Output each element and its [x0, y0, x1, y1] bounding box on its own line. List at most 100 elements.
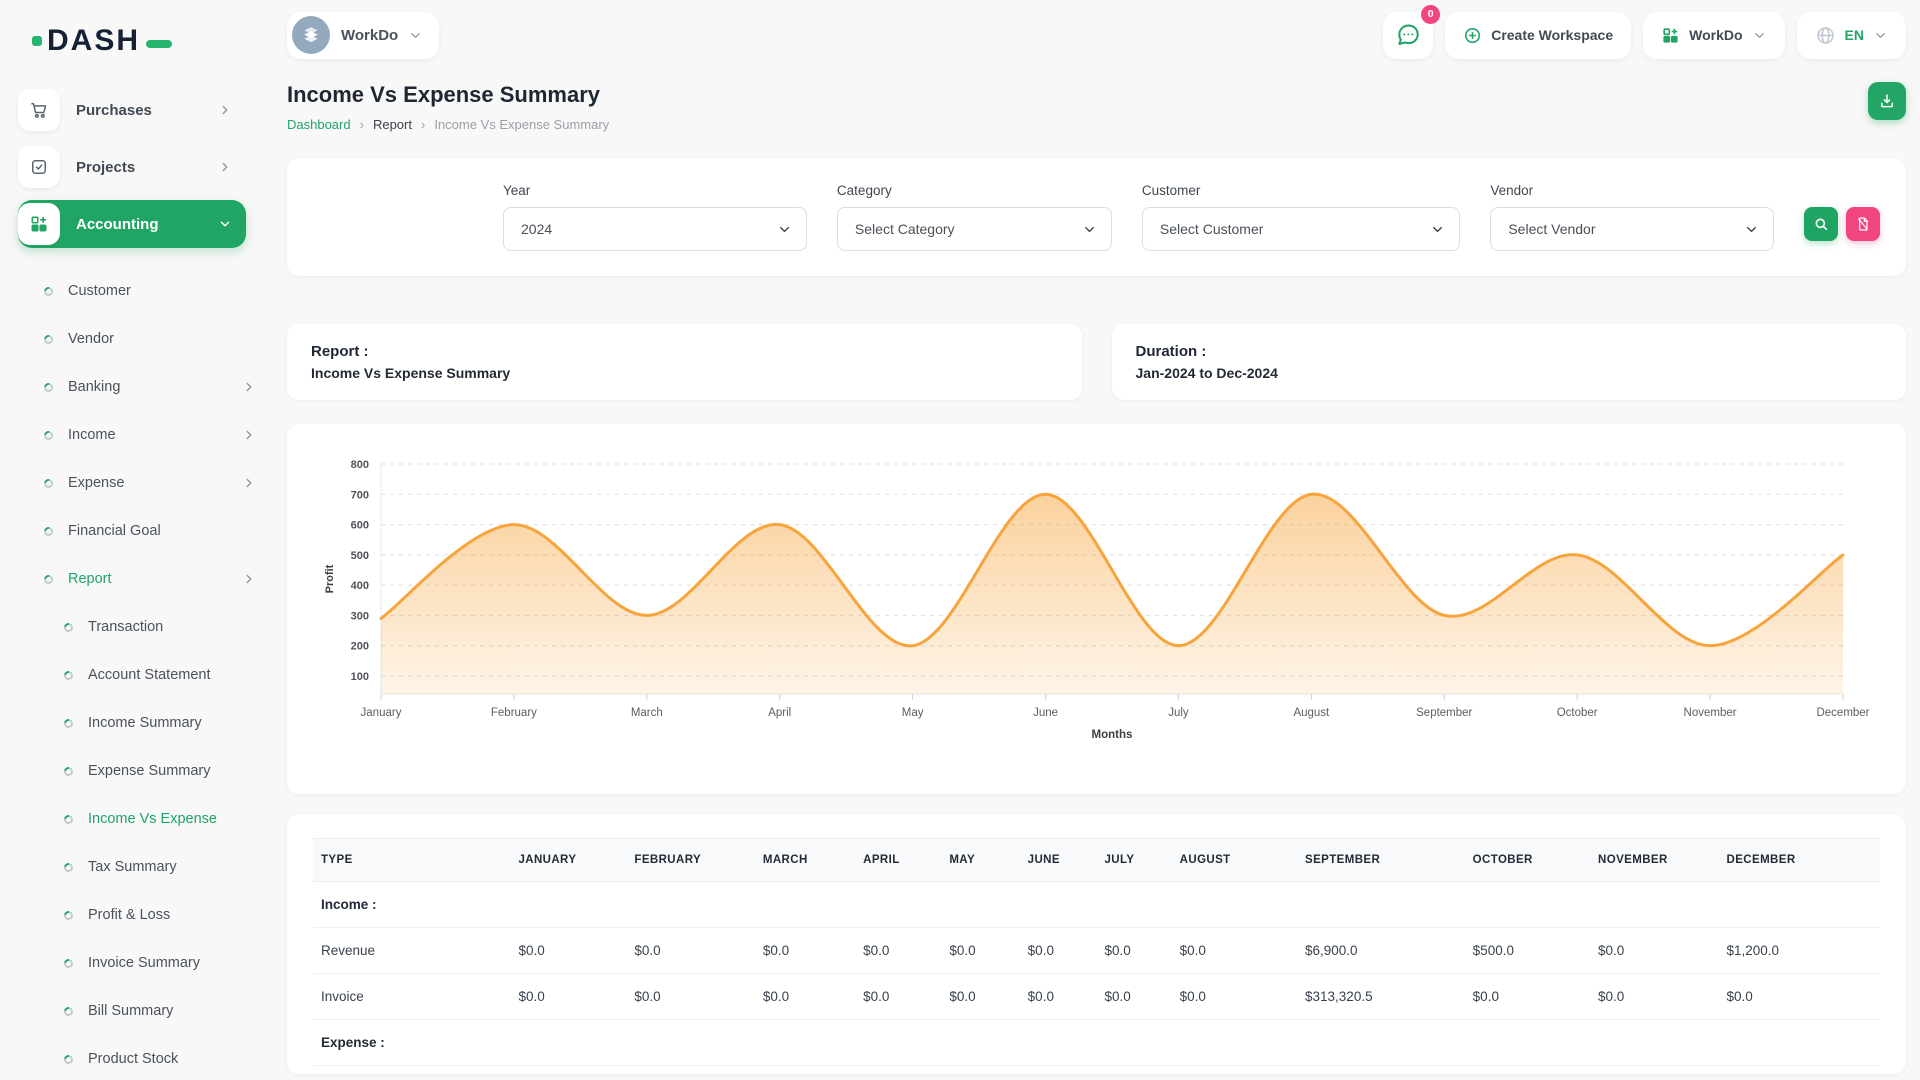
table-column-header: APRIL [855, 839, 941, 882]
create-workspace-button[interactable]: Create Workspace [1445, 12, 1631, 59]
svg-text:December: December [1816, 707, 1869, 719]
sidebar-item-accounting[interactable]: Accounting [18, 200, 246, 248]
breadcrumb: Dashboard›Report›Income Vs Expense Summa… [287, 117, 609, 132]
sidebar-item-customer[interactable]: Customer [44, 267, 256, 315]
table-column-header: FEBRUARY [626, 839, 754, 882]
chevron-right-icon [242, 428, 256, 442]
sidebar-item-invoice-summary[interactable]: Invoice Summary [64, 939, 262, 987]
sidebar-item-purchases[interactable]: Purchases [18, 86, 246, 134]
sidebar-item-income-summary[interactable]: Income Summary [64, 699, 262, 747]
sidebar-item-expense-summary[interactable]: Expense Summary [64, 747, 262, 795]
app-logo[interactable]: DASH [32, 26, 246, 56]
vendor-label: Vendor [1490, 183, 1774, 198]
file-reset-icon [1855, 216, 1871, 232]
workspace-switcher[interactable]: WorkDo [287, 12, 439, 59]
svg-text:300: 300 [351, 610, 369, 622]
bullet-icon [42, 429, 55, 442]
workspace-avatar-icon [292, 16, 330, 54]
chat-icon [1395, 22, 1421, 48]
sidebar-item-label: Expense Summary [88, 763, 211, 779]
apply-filter-button[interactable] [1804, 207, 1838, 241]
sidebar-item-label: Purchases [76, 102, 152, 119]
svg-text:July: July [1168, 707, 1189, 719]
sidebar-item-banking[interactable]: Banking [44, 363, 256, 411]
chevron-right-icon [218, 160, 232, 174]
sidebar-item-account-statement[interactable]: Account Statement [64, 651, 262, 699]
svg-text:August: August [1293, 707, 1330, 719]
value-cell: $0.0 [855, 928, 941, 974]
value-cell: $0.0 [755, 928, 855, 974]
svg-text:600: 600 [351, 520, 369, 532]
sidebar-item-vendor[interactable]: Vendor [44, 315, 256, 363]
sidebar-item-financial-goal[interactable]: Financial Goal [44, 507, 256, 555]
reset-filter-button[interactable] [1846, 207, 1880, 241]
sidebar-item-product-stock[interactable]: Product Stock [64, 1035, 262, 1080]
sidebar-item-expense[interactable]: Expense [44, 459, 256, 507]
breadcrumb-item[interactable]: Dashboard [287, 117, 351, 132]
bullet-icon [62, 957, 75, 970]
svg-text:March: March [631, 707, 663, 719]
breadcrumb-item[interactable]: Report [373, 117, 412, 132]
topbar: WorkDo 0 Create Workspace WorkDo [287, 0, 1906, 60]
table-section-row: Income : [313, 882, 1880, 928]
table-header-row: TYPEJANUARYFEBRUARYMARCHAPRILMAYJUNEJULY… [313, 839, 1880, 882]
report-summary-card: Report : Income Vs Expense Summary [287, 324, 1082, 400]
sidebar-item-projects[interactable]: Projects [18, 143, 246, 191]
topbar-actions: 0 Create Workspace WorkDo EN [1383, 12, 1906, 59]
value-cell: $0.0 [626, 928, 754, 974]
profit-area-chart[interactable]: 100200300400500600700800JanuaryFebruaryM… [317, 450, 1876, 753]
download-report-button[interactable] [1868, 82, 1906, 120]
customer-label: Customer [1142, 183, 1460, 198]
sidebar-item-income[interactable]: Income [44, 411, 256, 459]
svg-text:200: 200 [351, 641, 369, 653]
language-code: EN [1845, 27, 1864, 43]
bullet-icon [62, 909, 75, 922]
sidebar-item-profit-loss[interactable]: Profit & Loss [64, 891, 262, 939]
grid-plus-icon [18, 203, 60, 245]
table-column-header: DECEMBER [1719, 839, 1880, 882]
customer-field: Customer Select Customer [1142, 183, 1460, 251]
sidebar-item-income-vs-expense[interactable]: Income Vs Expense [64, 795, 262, 843]
customer-select-value: Select Customer [1160, 221, 1263, 237]
chevron-down-icon [408, 28, 423, 43]
messages-count-badge: 0 [1421, 5, 1440, 24]
report-submenu: Transaction Account Statement Income Sum… [44, 603, 246, 1080]
filter-actions [1804, 207, 1880, 241]
category-select[interactable]: Select Category [837, 207, 1112, 251]
bullet-icon [42, 285, 55, 298]
duration-card-title: Duration : [1136, 343, 1883, 360]
svg-text:400: 400 [351, 580, 369, 592]
workdo-menu-button[interactable]: WorkDo [1643, 12, 1784, 59]
sidebar-item-label: Banking [68, 379, 120, 395]
cart-icon [18, 89, 60, 131]
value-cell: $0.0 [1020, 974, 1097, 1020]
messages-button[interactable]: 0 [1383, 12, 1433, 59]
logo-dot-icon [32, 36, 42, 46]
sidebar-item-tax-summary[interactable]: Tax Summary [64, 843, 262, 891]
year-select[interactable]: 2024 [503, 207, 807, 251]
chevron-down-icon [1873, 28, 1888, 43]
svg-text:May: May [902, 707, 924, 719]
category-label: Category [837, 183, 1112, 198]
chevron-down-icon [1082, 222, 1097, 237]
value-cell: $0.0 [1096, 928, 1171, 974]
sidebar-menu: Purchases Projects Accounting Customer V… [18, 86, 246, 1080]
download-icon [1878, 92, 1896, 110]
value-cell: $0.0 [1172, 974, 1297, 1020]
year-label: Year [503, 183, 807, 198]
sidebar-item-transaction[interactable]: Transaction [64, 603, 262, 651]
value-cell: $0.0 [941, 974, 1019, 1020]
language-selector[interactable]: EN [1797, 12, 1906, 59]
table-column-header: MARCH [755, 839, 855, 882]
row-type-cell: Revenue [313, 928, 510, 974]
bullet-icon [62, 813, 75, 826]
sidebar-item-label: Income Summary [88, 715, 202, 731]
customer-select[interactable]: Select Customer [1142, 207, 1460, 251]
svg-text:September: September [1416, 707, 1472, 719]
svg-text:April: April [768, 707, 791, 719]
vendor-select[interactable]: Select Vendor [1490, 207, 1774, 251]
value-cell: $0.0 [1590, 928, 1718, 974]
sidebar-item-report[interactable]: Report [44, 555, 256, 603]
chevron-right-icon [218, 103, 232, 117]
sidebar-item-bill-summary[interactable]: Bill Summary [64, 987, 262, 1035]
